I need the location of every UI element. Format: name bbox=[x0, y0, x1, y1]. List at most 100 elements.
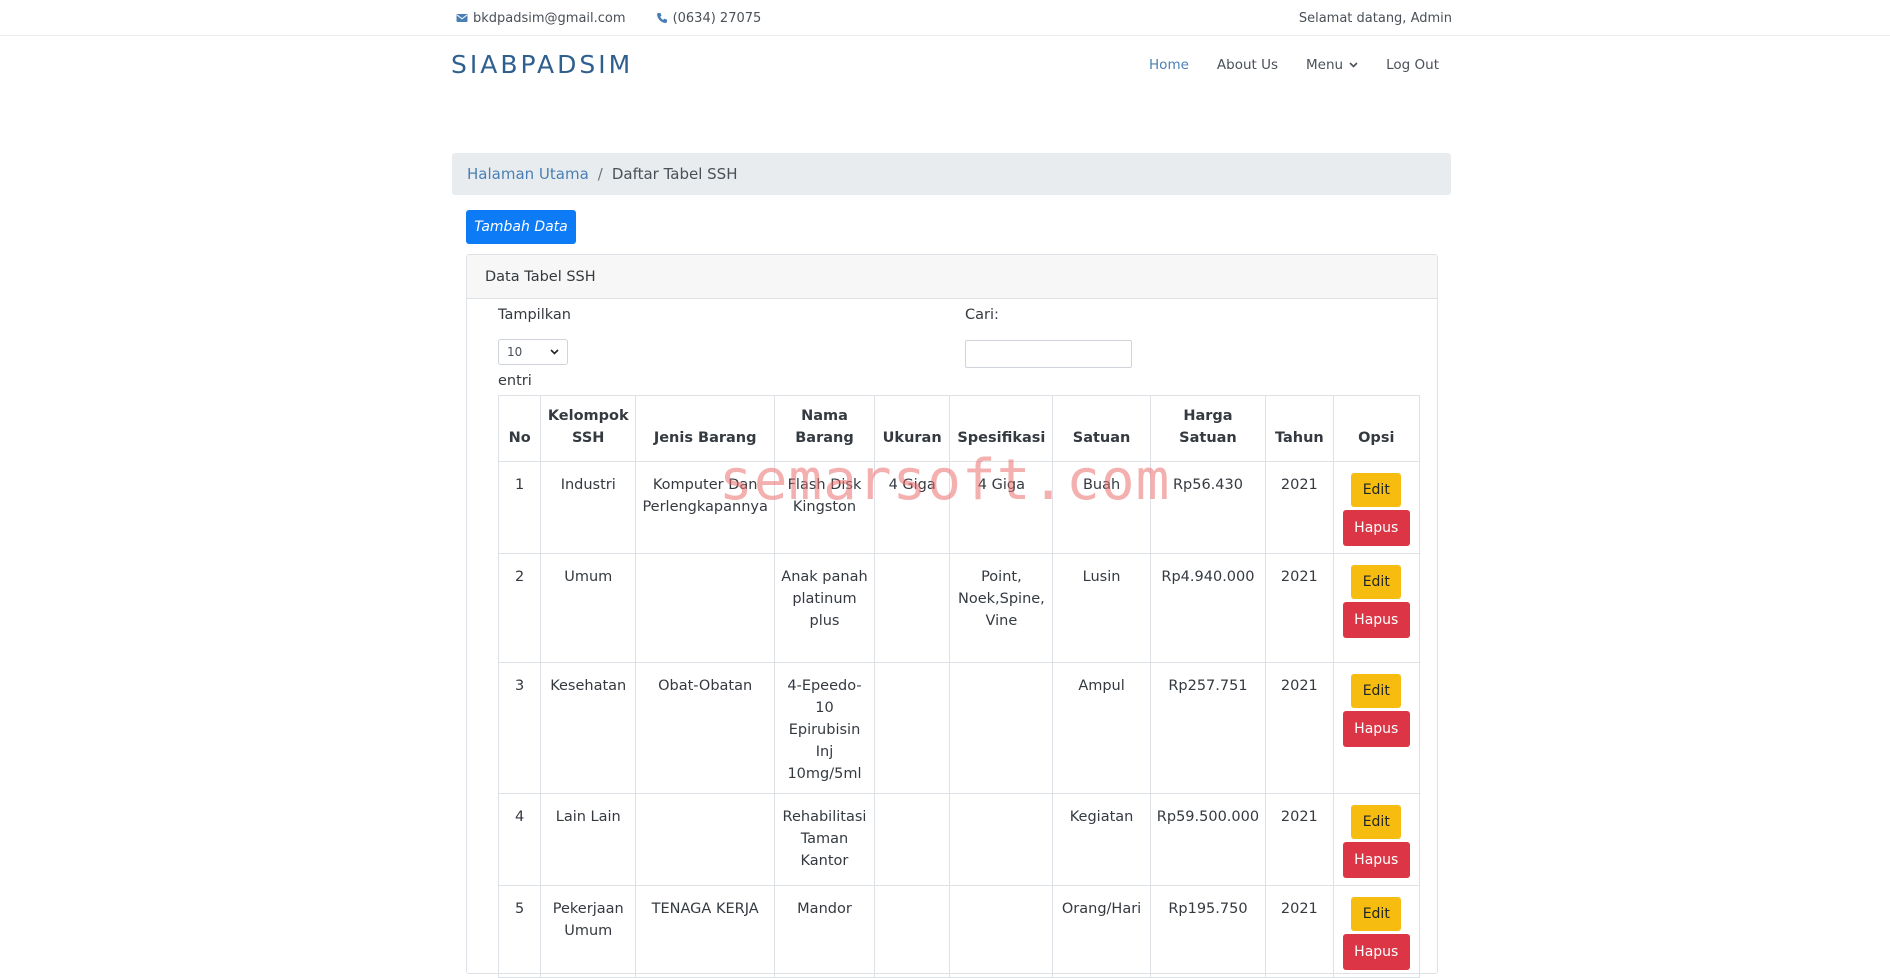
cell-ukuran bbox=[873, 662, 951, 794]
cell-tahun: 2021 bbox=[1265, 553, 1334, 663]
cell-jenis bbox=[635, 793, 776, 886]
edit-button[interactable]: Edit bbox=[1351, 674, 1402, 708]
nav-home[interactable]: Home bbox=[1149, 57, 1189, 73]
ssh-table: No Kelompok SSH Jenis Barang Nama Barang… bbox=[497, 395, 1421, 978]
cell-kelompok: Lain Lain bbox=[540, 793, 637, 886]
top-info-bar: bkdpadsim@gmail.com (0634) 27075 Selamat… bbox=[0, 0, 1890, 36]
col-header-kelompok[interactable]: Kelompok SSH bbox=[540, 395, 637, 462]
email-contact: bkdpadsim@gmail.com bbox=[456, 11, 626, 26]
phone-contact: (0634) 27075 bbox=[656, 10, 762, 26]
cell-harga: Rp195.750 bbox=[1149, 885, 1267, 978]
table-row: 5 Pekerjaan Umum TENAGA KERJA Mandor Ora… bbox=[497, 885, 1421, 978]
brand-logo[interactable]: SIABPADSIM bbox=[451, 50, 633, 79]
nav-about-us[interactable]: About Us bbox=[1217, 57, 1278, 73]
data-card: Data Tabel SSH Tampilkan 10 entri Cari: … bbox=[466, 254, 1438, 978]
show-entries-label: Tampilkan bbox=[498, 307, 571, 323]
breadcrumb-home-link[interactable]: Halaman Utama bbox=[467, 165, 589, 183]
cell-nama: Mandor bbox=[774, 885, 875, 978]
welcome-text: Selamat datang, Admin bbox=[1298, 10, 1452, 26]
cell-nama: 4-Epeedo-10 Epirubisin Inj 10mg/5ml bbox=[774, 662, 875, 794]
nav-menu-dropdown[interactable]: Menu bbox=[1306, 57, 1358, 73]
col-header-nama[interactable]: Nama Barang bbox=[774, 395, 875, 462]
cell-no: 1 bbox=[497, 461, 542, 554]
phone-text: (0634) 27075 bbox=[672, 10, 762, 26]
cell-tahun: 2021 bbox=[1265, 662, 1334, 794]
col-header-jenis[interactable]: Jenis Barang bbox=[635, 395, 776, 462]
col-header-spesifikasi[interactable]: Spesifikasi bbox=[949, 395, 1054, 462]
cell-ukuran bbox=[873, 553, 951, 663]
search-label: Cari: bbox=[965, 307, 999, 323]
cell-harga: Rp4.940.000 bbox=[1149, 553, 1267, 663]
chevron-down-icon bbox=[1349, 62, 1358, 68]
edit-button[interactable]: Edit bbox=[1351, 805, 1402, 839]
add-data-button[interactable]: Tambah Data bbox=[466, 210, 576, 244]
nav-log-out[interactable]: Log Out bbox=[1386, 57, 1439, 73]
cell-satuan: Lusin bbox=[1052, 553, 1151, 663]
phone-icon bbox=[656, 13, 667, 23]
cell-kelompok: Kesehatan bbox=[540, 662, 637, 794]
delete-button[interactable]: Hapus bbox=[1342, 602, 1410, 638]
breadcrumb: Halaman Utama / Daftar Tabel SSH bbox=[452, 153, 1451, 195]
cell-opsi: Edit Hapus bbox=[1332, 662, 1421, 794]
edit-button[interactable]: Edit bbox=[1351, 473, 1402, 507]
entries-select-value: 10 bbox=[507, 345, 523, 359]
cell-jenis: Obat-Obatan bbox=[635, 662, 776, 794]
cell-no: 3 bbox=[497, 662, 542, 794]
nav-menu: Home About Us Menu Log Out bbox=[1149, 36, 1439, 94]
cell-satuan: Buah bbox=[1052, 461, 1151, 554]
entries-select[interactable]: 10 bbox=[498, 339, 568, 365]
col-header-no[interactable]: No bbox=[497, 395, 542, 462]
cell-ukuran: 4 Giga bbox=[873, 461, 951, 554]
cell-harga: Rp56.430 bbox=[1149, 461, 1267, 554]
cell-jenis: Komputer Dan Perlengkapannya bbox=[635, 461, 776, 554]
cell-kelompok: Pekerjaan Umum bbox=[540, 885, 637, 978]
breadcrumb-separator: / bbox=[597, 165, 603, 183]
delete-button[interactable]: Hapus bbox=[1342, 934, 1410, 970]
cell-nama: Flash Disk Kingston bbox=[774, 461, 875, 554]
cell-no: 4 bbox=[497, 793, 542, 886]
delete-button[interactable]: Hapus bbox=[1342, 711, 1410, 747]
cell-no: 2 bbox=[497, 553, 542, 663]
col-header-ukuran[interactable]: Ukuran bbox=[873, 395, 951, 462]
table-row: 1 Industri Komputer Dan Perlengkapannya … bbox=[497, 461, 1421, 554]
cell-spesifikasi bbox=[949, 662, 1054, 794]
cell-tahun: 2021 bbox=[1265, 793, 1334, 886]
navbar: SIABPADSIM Home About Us Menu Log Out bbox=[0, 36, 1890, 94]
col-header-satuan[interactable]: Satuan bbox=[1052, 395, 1151, 462]
entries-suffix-label: entri bbox=[498, 373, 532, 389]
col-header-tahun[interactable]: Tahun bbox=[1265, 395, 1334, 462]
table-row: 2 Umum Anak panah platinum plus Point, N… bbox=[497, 553, 1421, 663]
cell-tahun: 2021 bbox=[1265, 885, 1334, 978]
table-row: 3 Kesehatan Obat-Obatan 4-Epeedo-10 Epir… bbox=[497, 662, 1421, 794]
col-header-opsi: Opsi bbox=[1332, 395, 1421, 462]
email-text: bkdpadsim@gmail.com bbox=[473, 10, 626, 26]
col-header-harga[interactable]: Harga Satuan bbox=[1149, 395, 1267, 462]
card-title: Data Tabel SSH bbox=[467, 255, 1437, 299]
delete-button[interactable]: Hapus bbox=[1342, 842, 1410, 878]
cell-ukuran bbox=[873, 885, 951, 978]
edit-button[interactable]: Edit bbox=[1351, 897, 1402, 931]
search-input[interactable] bbox=[965, 340, 1132, 368]
cell-satuan: Ampul bbox=[1052, 662, 1151, 794]
cell-no: 5 bbox=[497, 885, 542, 978]
table-header-row: No Kelompok SSH Jenis Barang Nama Barang… bbox=[497, 395, 1421, 462]
cell-jenis: TENAGA KERJA bbox=[635, 885, 776, 978]
edit-button[interactable]: Edit bbox=[1351, 565, 1402, 599]
cell-opsi: Edit Hapus bbox=[1332, 885, 1421, 978]
cell-spesifikasi bbox=[949, 885, 1054, 978]
cell-harga: Rp59.500.000 bbox=[1149, 793, 1267, 886]
contact-info: bkdpadsim@gmail.com (0634) 27075 bbox=[456, 0, 761, 36]
envelope-icon bbox=[456, 14, 468, 22]
delete-button[interactable]: Hapus bbox=[1342, 510, 1410, 546]
cell-satuan: Kegiatan bbox=[1052, 793, 1151, 886]
cell-kelompok: Umum bbox=[540, 553, 637, 663]
table-row: 4 Lain Lain Rehabilitasi Taman Kantor Ke… bbox=[497, 793, 1421, 886]
cell-jenis bbox=[635, 553, 776, 663]
chevron-down-icon bbox=[550, 349, 559, 355]
cell-nama: Rehabilitasi Taman Kantor bbox=[774, 793, 875, 886]
cell-harga: Rp257.751 bbox=[1149, 662, 1267, 794]
cell-opsi: Edit Hapus bbox=[1332, 793, 1421, 886]
nav-menu-label: Menu bbox=[1306, 57, 1344, 73]
cell-nama: Anak panah platinum plus bbox=[774, 553, 875, 663]
cell-spesifikasi bbox=[949, 793, 1054, 886]
